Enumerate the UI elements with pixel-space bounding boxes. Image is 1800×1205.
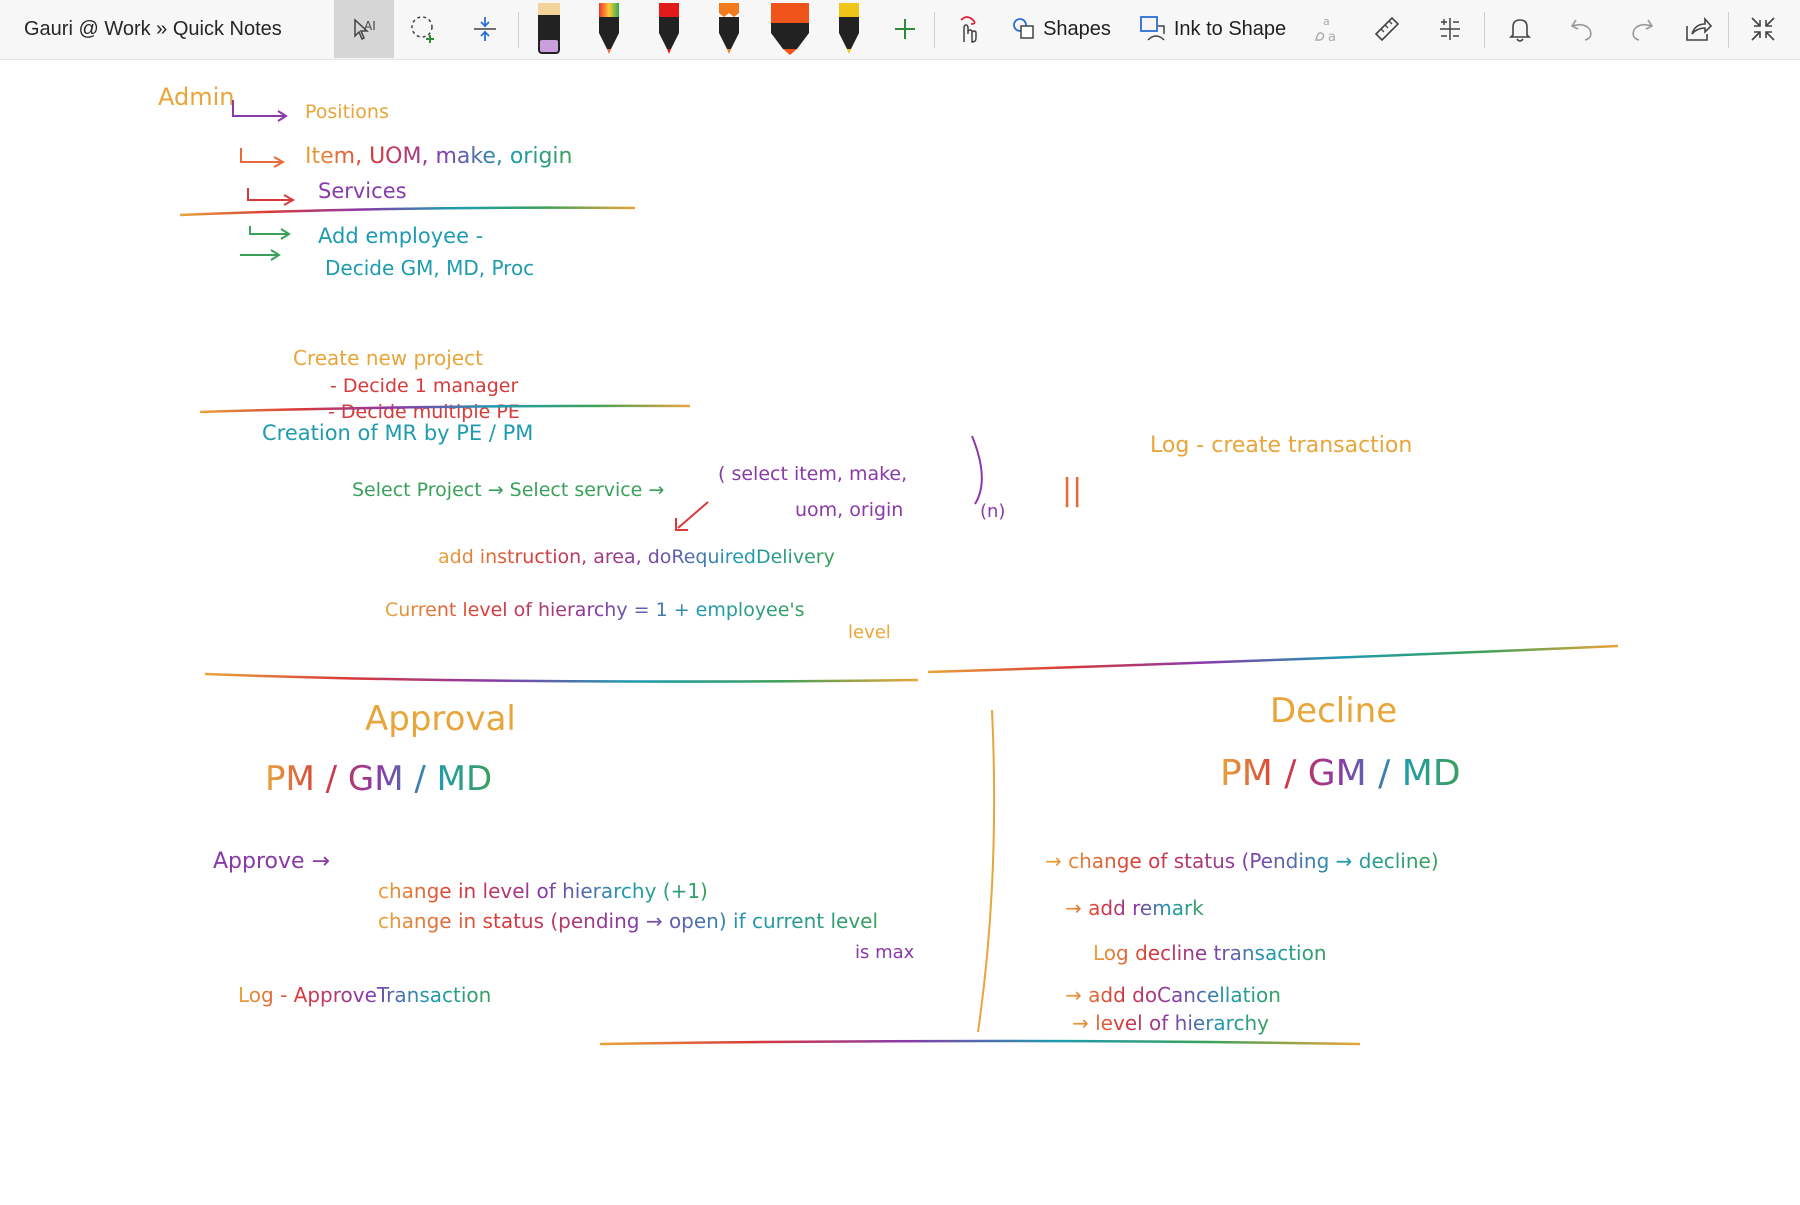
decline-line-4: → level of hierarchy: [1072, 1011, 1269, 1035]
arrow-stroke: [247, 188, 292, 201]
ink-replay-button[interactable]: [1424, 0, 1476, 58]
redo-icon: [1632, 19, 1654, 41]
bracket-stroke: [971, 435, 983, 505]
toolbar-divider: [518, 12, 519, 48]
ink-canvas[interactable]: Admin Positions Item, UOM, make, origin …: [0, 60, 1800, 1200]
admin-item-positions: Positions: [305, 101, 389, 123]
mr-level-line: Current level of hierarchy = 1 + employe…: [385, 599, 805, 621]
add-pen-button[interactable]: [884, 0, 926, 58]
toolbar-divider: [1728, 12, 1729, 48]
ruler-button[interactable]: [1362, 0, 1412, 58]
ink-drawing: Admin Positions Item, UOM, make, origin …: [158, 83, 1619, 1046]
admin-item-add-employee: Add employee -: [318, 224, 483, 248]
arrow-stroke: [240, 148, 282, 163]
mr-n-label: (n): [980, 501, 1005, 522]
ink-to-math-icon: a a: [1315, 15, 1336, 44]
ruler-icon: [1374, 16, 1400, 42]
svg-text:AI: AI: [364, 19, 376, 33]
mr-level-word: level: [848, 622, 891, 643]
exit-full-screen-button[interactable]: [1736, 0, 1790, 58]
redo-button[interactable]: [1616, 0, 1668, 58]
pen-icon: [599, 3, 619, 54]
add-space-button[interactable]: [460, 0, 510, 58]
admin-item-services: Services: [318, 179, 407, 203]
approval-log: Log - ApproveTransaction: [238, 983, 491, 1007]
decline-log: Log decline transaction: [1093, 941, 1327, 965]
approval-line-1: change in level of hierarchy (+1): [378, 879, 708, 903]
admin-heading: Admin: [158, 83, 235, 111]
approval-line-2b: is max: [855, 942, 915, 963]
lasso-select-button[interactable]: [398, 0, 450, 58]
highlighter-icon: [538, 3, 560, 54]
project-heading: Create new project: [293, 346, 483, 370]
ink-to-shape-button[interactable]: Ink to Shape: [1132, 0, 1292, 58]
share-button[interactable]: [1670, 0, 1726, 58]
decline-line-2: → add remark: [1065, 896, 1204, 920]
pen-yellow[interactable]: [828, 0, 870, 58]
ink-to-math-button[interactable]: a a: [1304, 0, 1350, 58]
touch-draw-icon: [960, 16, 977, 43]
admin-item-decide-gm: Decide GM, MD, Proc: [325, 256, 534, 280]
pencil-icon: [719, 3, 739, 54]
divider-stroke: [599, 1039, 1361, 1046]
divider-stroke: [179, 206, 636, 217]
pen-icon: [839, 3, 859, 54]
lasso-text-select-button[interactable]: AI: [334, 0, 394, 58]
ink-to-shape-icon: [1139, 16, 1165, 41]
arrow-stroke: [232, 100, 285, 117]
collapse-icon: [1751, 17, 1775, 41]
mr-log: Log - create transaction: [1150, 433, 1412, 458]
approve-label: Approve →: [213, 849, 330, 874]
undo-icon: [1570, 19, 1592, 41]
shapes-label: Shapes: [1043, 17, 1111, 40]
plus-icon: [895, 19, 915, 39]
project-item-manager: - Decide 1 manager: [330, 375, 518, 397]
add-space-icon: [474, 17, 496, 41]
decline-title: Decline: [1270, 691, 1397, 731]
text-select-icon: AI: [354, 18, 376, 41]
undo-button[interactable]: [1556, 0, 1608, 58]
lasso-icon: [411, 16, 434, 43]
decline-line-3: → add doCancellation: [1065, 983, 1281, 1007]
mr-add-line: add instruction, area, doRequiredDeliver…: [438, 546, 835, 568]
page-title: Gauri @ Work » Quick Notes: [24, 18, 282, 40]
adjust-icon: [1440, 18, 1460, 40]
pen-highlighter[interactable]: [528, 0, 570, 58]
project-item-pe: - Decide multiple PE: [328, 401, 520, 423]
divider-stroke: [977, 709, 996, 1033]
toolbar-divider: [1484, 12, 1485, 48]
svg-text:a: a: [1328, 30, 1336, 44]
share-icon: [1686, 16, 1713, 41]
mr-bars: ||: [1062, 473, 1082, 508]
marker-icon: [771, 3, 809, 55]
ink-to-shape-label: Ink to Shape: [1173, 17, 1287, 40]
divider-stroke: [927, 644, 1619, 674]
marker-orange-red[interactable]: [762, 0, 818, 58]
approval-title: Approval: [365, 699, 516, 739]
bell-icon: [1509, 19, 1531, 42]
pen-icon: [659, 3, 679, 54]
pen-rainbow[interactable]: [588, 0, 630, 58]
shapes-icon: [1013, 18, 1034, 39]
approval-line-2: change in status (pending → open) if cur…: [378, 909, 878, 933]
svg-text:a: a: [1323, 15, 1330, 28]
arrow-stroke: [677, 501, 709, 529]
mr-flow-select: Select Project → Select service →: [352, 479, 664, 501]
admin-item-item-uom: Item, UOM, make, origin: [305, 144, 572, 169]
mr-flow-item: ( select item, make,: [718, 463, 907, 485]
mr-flow-uom: uom, origin: [795, 499, 903, 521]
notifications-button[interactable]: [1494, 0, 1546, 58]
divider-stroke: [204, 672, 919, 683]
pencil-orange[interactable]: [708, 0, 750, 58]
toolbar: Gauri @ Work » Quick Notes AI Shapes Ink…: [0, 0, 1800, 60]
decline-roles: PM / GM / MD: [1220, 753, 1461, 794]
decline-line-1: → change of status (Pending → decline): [1045, 849, 1439, 873]
touch-draw-button[interactable]: [944, 0, 992, 58]
shapes-button[interactable]: Shapes: [1004, 0, 1118, 58]
mr-heading: Creation of MR by PE / PM: [262, 421, 533, 445]
toolbar-divider: [934, 12, 935, 48]
pen-red[interactable]: [648, 0, 690, 58]
approval-roles: PM / GM / MD: [265, 759, 492, 799]
